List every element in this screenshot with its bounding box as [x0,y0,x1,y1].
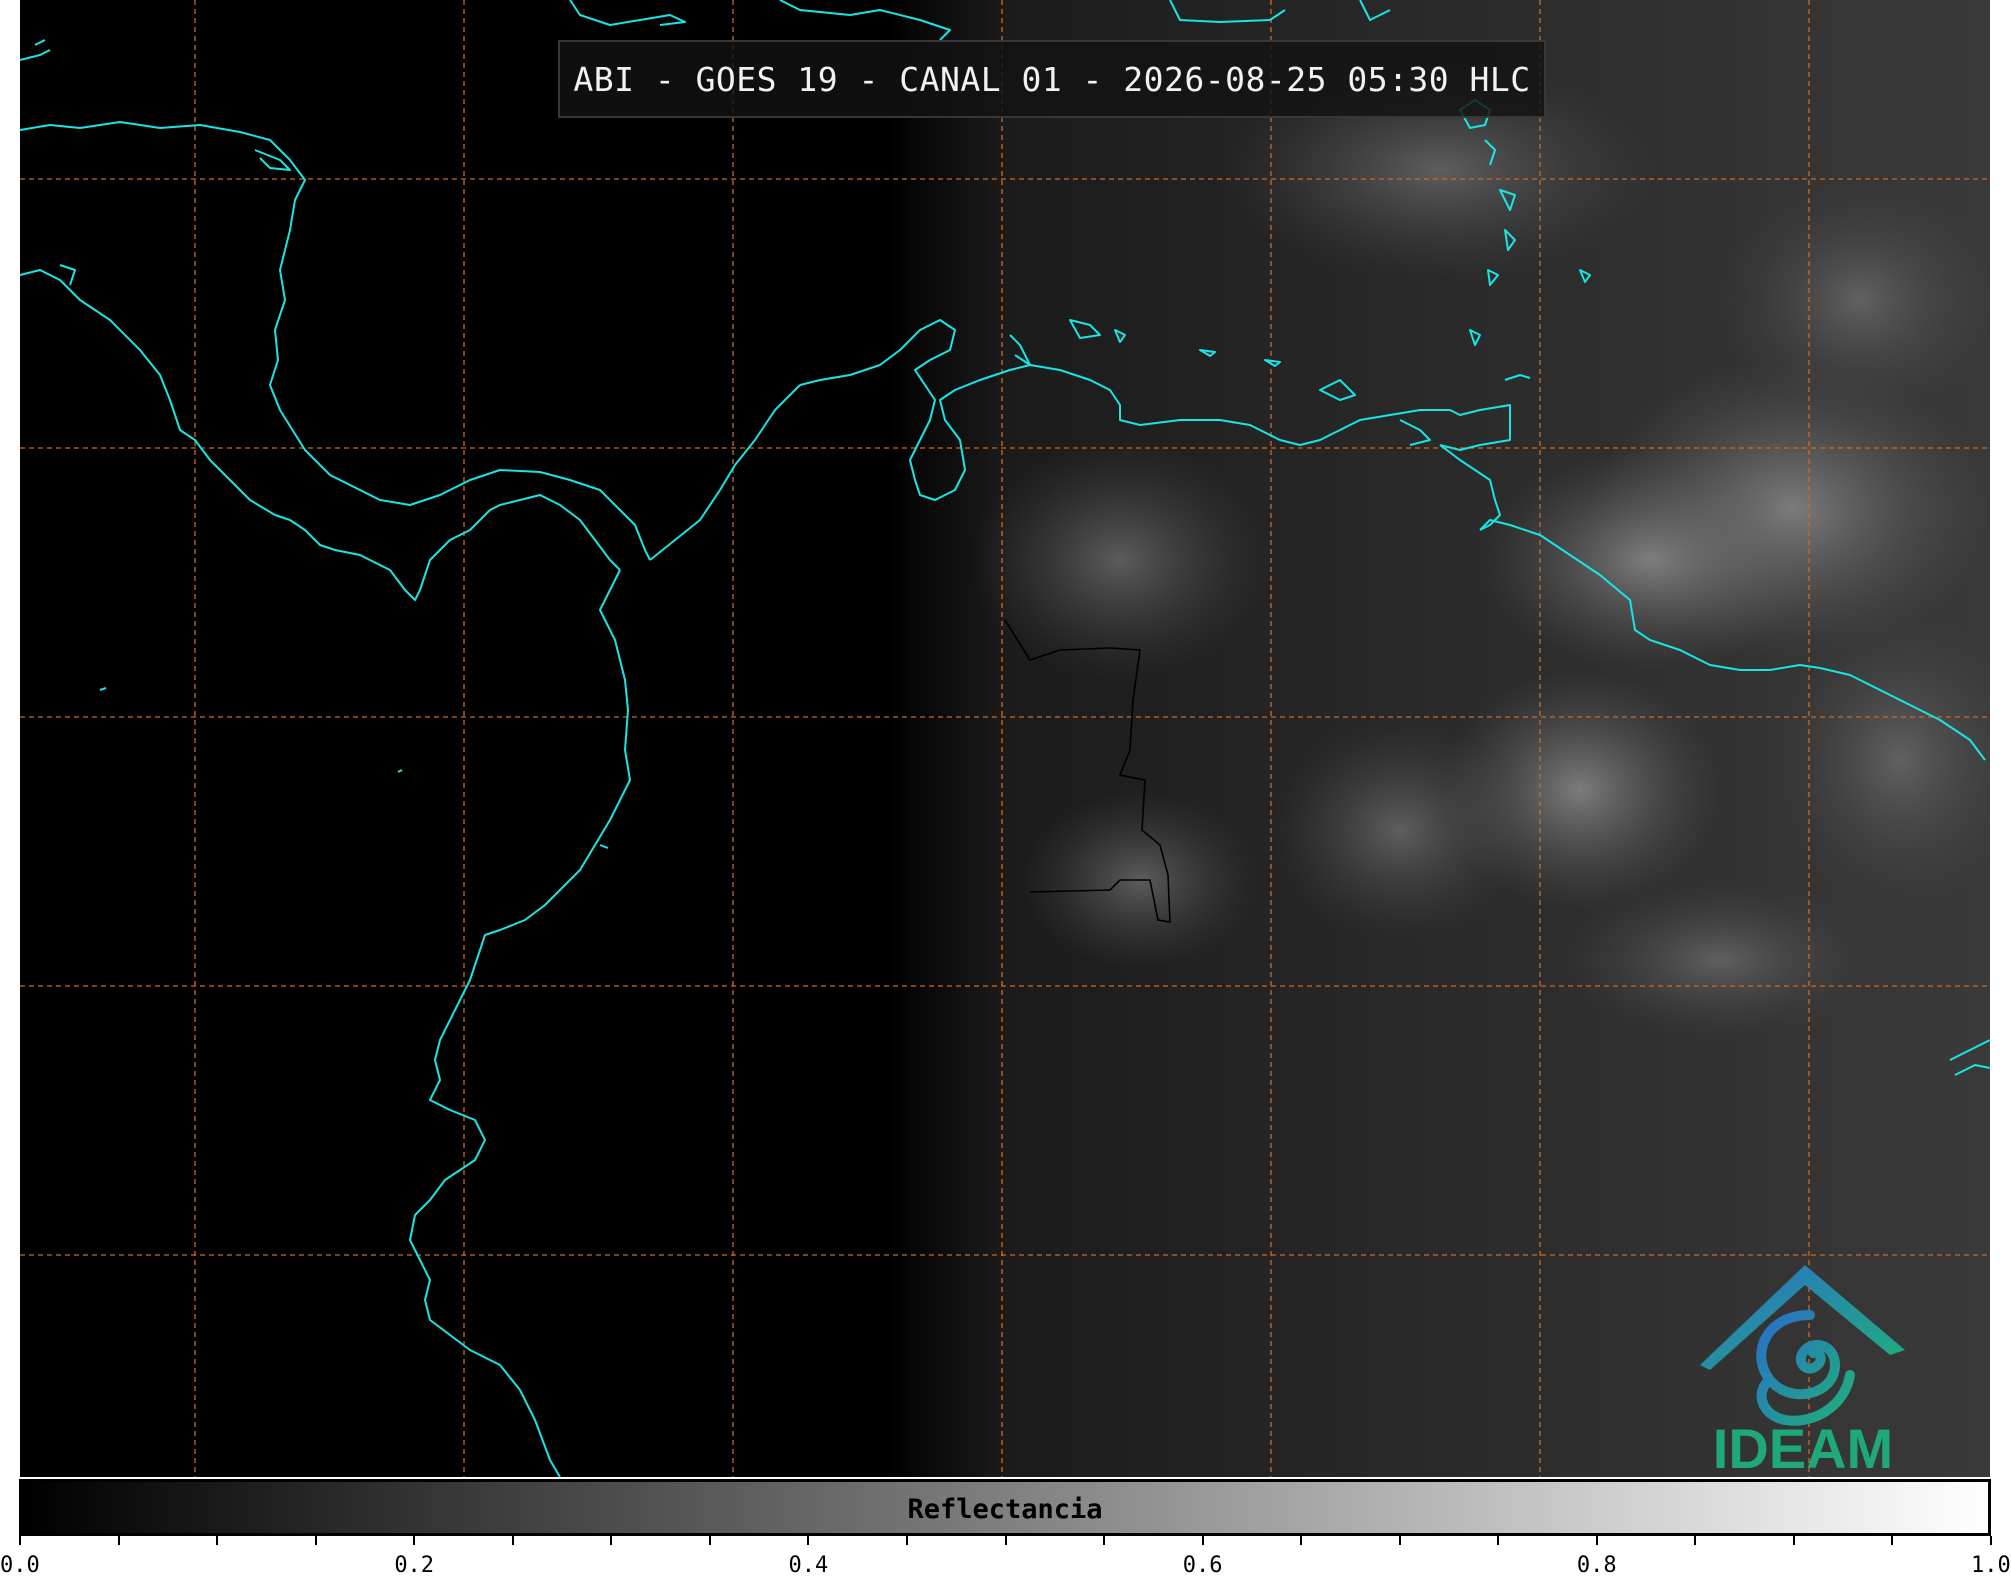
colorbar-tick [1004,1536,1007,1545]
colorbar-tick [413,1536,416,1545]
logo-text: IDEAM [1712,1417,1894,1477]
colorbar-label: Reflectancia [907,1494,1103,1525]
colorbar-tick [117,1536,120,1545]
satellite-map: ABI - GOES 19 - CANAL 01 - 2026-08-25 05… [20,0,1990,1477]
colorbar-tick [1694,1536,1697,1545]
colorbar-tick [1497,1536,1500,1545]
colorbar-tick-label: 0.0 [0,1553,40,1578]
colorbar: Reflectancia [19,1479,1991,1536]
colorbar-tick [1990,1536,1992,1545]
colorbar-tick [19,1536,21,1545]
colorbar-tick-label: 0.8 [1576,1553,1617,1578]
colorbar-tick [1398,1536,1401,1545]
colorbar-ticks: 0.0 0.2 0.4 0.6 0.8 1.0 [0,1536,2011,1578]
colorbar-tick [610,1536,613,1545]
colorbar-tick-label: 0.6 [1182,1553,1223,1578]
colorbar-tick [905,1536,908,1545]
map-title: ABI - GOES 19 - CANAL 01 - 2026-08-25 05… [573,59,1531,99]
colorbar-tick [1792,1536,1795,1545]
colorbar-tick [314,1536,317,1545]
colorbar-tick [807,1536,810,1545]
colorbar-tick [1300,1536,1303,1545]
colorbar-tick [1595,1536,1598,1545]
colorbar-tick [216,1536,219,1545]
colorbar-tick-label: 0.2 [394,1553,435,1578]
colorbar-tick-label: 1.0 [1971,1553,2011,1578]
colorbar-tick [708,1536,711,1545]
colorbar-tick [1103,1536,1106,1545]
title-box: ABI - GOES 19 - CANAL 01 - 2026-08-25 05… [558,40,1546,118]
colorbar-tick [1891,1536,1894,1545]
colorbar-tick [1201,1536,1204,1545]
colorbar-tick-label: 0.4 [788,1553,829,1578]
colorbar-tick [511,1536,514,1545]
